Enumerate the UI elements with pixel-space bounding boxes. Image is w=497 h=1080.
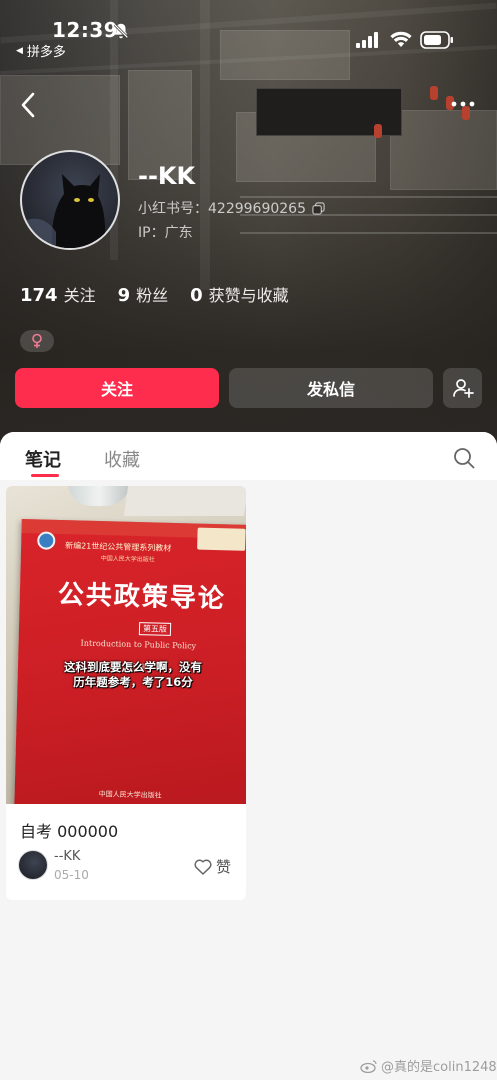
cover-cup-shape (68, 486, 130, 506)
note-title: 自考 000000 (20, 822, 119, 841)
content-panel: 笔记 收藏 新编21世纪公共管理系列教材 中国人民大学出版社 公共政策导论 第五… (0, 432, 497, 1080)
note-date: 05-10 (54, 868, 89, 882)
active-tab-underline (31, 474, 59, 477)
watermark: @真的是colin1248 (360, 1056, 497, 1075)
search-icon[interactable] (452, 446, 476, 470)
likes-collects-stat[interactable]: 0 获赞与收藏 (190, 282, 289, 306)
signal-icon (356, 32, 378, 48)
cover-overlay-caption: 这科到底要怎么学啊，没有历年题参考，考了16分 (64, 660, 202, 689)
book-series-sub: 中国人民大学出版社 (100, 555, 155, 564)
battery-icon (420, 31, 453, 49)
back-triangle-icon: ◀ (16, 45, 23, 56)
profile-stats: 174 关注 9 粉丝 0 获赞与收藏 (20, 282, 289, 306)
ip-location: IP：广东 (138, 225, 193, 241)
watermark-text: @真的是colin1248 (381, 1060, 497, 1075)
black-cat-avatar-image (22, 174, 106, 248)
cover-paper-shape (123, 486, 246, 516)
book-edition: 第五版 (138, 622, 172, 636)
book-publisher: 中国人民大学出版社 (98, 790, 162, 800)
followers-count: 9 (117, 285, 131, 306)
book-title: 公共政策导论 (57, 579, 227, 615)
like-label: 赞 (216, 858, 232, 876)
gender-badge (20, 330, 54, 352)
likes-collects-label: 获赞与收藏 (208, 286, 289, 305)
tab-notes[interactable]: 笔记 (25, 446, 61, 472)
following-count: 174 (20, 285, 58, 306)
bell-off-icon (113, 23, 129, 39)
weibo-logo-icon (360, 1059, 377, 1073)
redbook-id-row: 小红书号：42299690265 (138, 198, 325, 218)
tabs-bar: 笔记 收藏 (0, 432, 497, 480)
back-arrow-icon[interactable] (14, 90, 44, 120)
note-card[interactable]: 新编21世纪公共管理系列教材 中国人民大学出版社 公共政策导论 第五版 Intr… (6, 486, 246, 900)
add-friend-button[interactable] (443, 368, 482, 408)
redbook-id-text: 小红书号：42299690265 (138, 201, 306, 217)
note-author-avatar[interactable] (18, 850, 48, 880)
wifi-icon (390, 31, 412, 47)
tab-collections[interactable]: 收藏 (104, 446, 140, 472)
copy-icon[interactable] (312, 201, 325, 215)
send-message-button[interactable]: 发私信 (229, 368, 433, 408)
book-badge (197, 527, 246, 551)
following-stat[interactable]: 174 关注 (20, 282, 96, 306)
like-button[interactable]: 赞 (194, 856, 231, 877)
followers-stat[interactable]: 9 粉丝 (118, 282, 169, 306)
following-label: 关注 (63, 286, 96, 305)
status-time: 12:39 (52, 18, 119, 42)
profile-nickname: --KK (138, 162, 196, 190)
note-author-name[interactable]: --KK (54, 849, 80, 864)
female-icon (32, 333, 42, 348)
book-series: 新编21世纪公共管理系列教材 (65, 541, 172, 553)
likes-collects-count: 0 (190, 285, 203, 306)
book-logo-icon (37, 531, 56, 550)
note-cover-image: 新编21世纪公共管理系列教材 中国人民大学出版社 公共政策导论 第五版 Intr… (6, 486, 246, 804)
heart-icon (194, 858, 212, 875)
back-to-app-link[interactable]: ◀ 拼多多 (16, 41, 66, 60)
follow-button[interactable]: 关注 (15, 368, 219, 408)
back-app-label: 拼多多 (26, 45, 66, 60)
profile-avatar[interactable] (20, 150, 120, 250)
followers-label: 粉丝 (136, 286, 169, 305)
more-icon[interactable] (446, 92, 480, 116)
book-english-title: Introduction to Public Policy (80, 638, 197, 651)
add-friend-icon (452, 379, 474, 398)
